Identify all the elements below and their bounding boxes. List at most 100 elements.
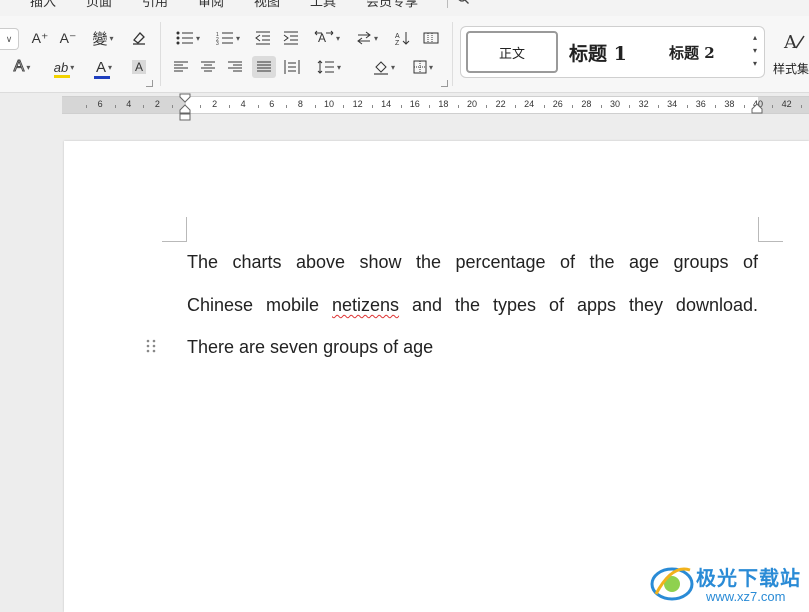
tab-references[interactable]: 引用 <box>142 0 168 10</box>
decrease-indent-button[interactable] <box>252 27 274 49</box>
tab-view[interactable]: 视图 <box>254 0 280 10</box>
text-effect-button[interactable]: A ▾ <box>6 56 38 78</box>
highlight-button[interactable]: ab ▾ <box>48 56 80 78</box>
style-set-button[interactable]: A 样式集 <box>770 26 809 78</box>
paragraph-line-3[interactable]: There are seven groups of age <box>187 337 433 358</box>
more-icon[interactable]: ▾ <box>750 57 760 70</box>
font-color-bar <box>93 75 110 79</box>
chevron-down-icon: ▾ <box>336 62 341 72</box>
ruler-minor-tick <box>743 105 745 108</box>
ruler-tick-label: 6 <box>269 99 275 109</box>
borders-button[interactable]: ▾ <box>408 56 438 78</box>
font-color-button[interactable]: A ▾ <box>88 56 120 79</box>
right-indent-marker-icon[interactable] <box>751 103 763 115</box>
gallery-scroll[interactable]: ▴ ▾ ▾ <box>750 31 760 73</box>
ruler-tick-label: 6 <box>97 99 103 109</box>
watermark-url: www.xz7.com <box>706 589 786 604</box>
crop-mark-top-left <box>162 217 187 242</box>
line-spacing-button[interactable]: ▾ <box>312 56 346 78</box>
tab-review[interactable]: 审阅 <box>198 0 224 10</box>
spellcheck-flagged-word[interactable]: netizens <box>332 295 399 315</box>
chevron-down-icon: ∨ <box>5 33 13 44</box>
svg-text:A: A <box>395 33 400 40</box>
ruler-tick-label: 28 <box>581 99 592 109</box>
svg-text:A: A <box>783 32 798 53</box>
distributed-button[interactable] <box>281 56 303 78</box>
ruler-minor-tick <box>800 105 802 108</box>
style-heading-1[interactable]: 标题 1 <box>569 35 627 69</box>
ruler-minor-tick <box>657 105 659 108</box>
paragraph-dialog-launcher[interactable] <box>441 80 448 87</box>
chevron-up-icon[interactable]: ▴ <box>750 31 760 44</box>
highlighter-glyph: ab <box>53 59 69 75</box>
ruler-tick-label: 8 <box>297 99 303 109</box>
align-center-icon <box>201 61 215 72</box>
font-dialog-launcher[interactable] <box>146 80 153 87</box>
ruler-tick-label: 20 <box>466 99 478 109</box>
document-page[interactable]: The charts above show the percentage of … <box>64 141 809 612</box>
char-spacing-button[interactable]: A ▾ <box>310 27 344 49</box>
paragraph-line-1[interactable]: The charts above show the percentage of … <box>187 252 758 273</box>
char-shading-icon: A <box>131 60 146 74</box>
align-center-button[interactable] <box>197 56 219 78</box>
font-color-glyph: A <box>95 58 106 76</box>
tab-member[interactable]: 会员专享 <box>366 0 418 10</box>
bullets-button[interactable]: ▾ <box>172 27 204 49</box>
shrink-font-button[interactable]: A⁻ <box>58 27 78 49</box>
sort-button[interactable]: AZ <box>392 27 414 49</box>
align-left-button[interactable] <box>170 56 192 78</box>
align-right-icon <box>228 61 242 72</box>
clear-formatting-button[interactable] <box>128 27 150 49</box>
tab-insert[interactable]: 插入 <box>30 0 56 10</box>
chevron-down-icon: ▾ <box>109 33 114 43</box>
ruler-tick-label: 30 <box>609 99 621 109</box>
numbered-list-icon: 123 <box>216 32 233 45</box>
site-watermark: 极光下载站 www.xz7.com <box>648 558 808 610</box>
tab-tools[interactable]: 工具 <box>310 0 336 10</box>
style-heading-2[interactable]: 标题 2 <box>669 35 715 69</box>
ruler-tick-label: 24 <box>524 99 535 109</box>
ruler-minor-tick <box>514 105 516 108</box>
ruler-minor-tick <box>371 105 373 108</box>
columns-button[interactable] <box>420 27 442 49</box>
paragraph-line-2[interactable]: Chinese mobile netizens and the types of… <box>187 295 758 316</box>
indent-marker-icon[interactable] <box>179 93 191 123</box>
search-icon[interactable] <box>457 0 469 4</box>
border-icon <box>413 60 427 74</box>
text-direction-button[interactable]: ▾ <box>352 27 382 49</box>
font-size-dropdown[interactable]: ∨ <box>0 28 19 50</box>
ruler-area: 6 4 2 2 4 6 8 10 12 14 16 18 20 22 24 26 28 30 32 34 36 38 40 4… <box>0 93 809 141</box>
justify-button[interactable] <box>252 56 276 78</box>
ruler-tick-label: 42 <box>781 99 792 109</box>
watermark-logo-icon <box>650 567 694 601</box>
ruler-tick-label: 4 <box>126 99 132 109</box>
tab-page[interactable]: 页面 <box>86 0 112 10</box>
ruler-minor-tick <box>400 105 402 108</box>
drag-handle-icon[interactable] <box>146 339 156 353</box>
distribute-icon <box>284 60 300 74</box>
shading-button[interactable]: ▾ <box>368 56 400 78</box>
ruler-tick-label: 18 <box>438 99 449 109</box>
phonetic-guide-button[interactable]: 變 ▾ <box>86 27 120 49</box>
align-justify-icon <box>257 61 271 72</box>
ribbon-tab-strip: 插入 页面 引用 审阅 视图 工具 会员专享 <box>0 0 809 16</box>
text-effect-icon: A <box>13 58 25 76</box>
grow-font-button[interactable]: A⁺ <box>30 27 50 49</box>
line-spacing-icon <box>317 60 334 74</box>
highlighter-icon: ab <box>53 59 70 78</box>
group-divider <box>160 22 161 86</box>
ruler-tick-label: 4 <box>240 99 246 109</box>
character-shading-button[interactable]: A <box>128 56 150 78</box>
ruler-minor-tick <box>228 105 230 108</box>
ruler-tick-label: 34 <box>667 99 678 109</box>
numbering-button[interactable]: 123 ▾ <box>212 27 244 49</box>
line-2-text-end: and the types of apps they download. <box>399 295 758 315</box>
align-right-button[interactable] <box>224 56 246 78</box>
style-normal[interactable]: 正文 <box>466 31 558 73</box>
watermark-text: 极光下载站 <box>696 568 801 590</box>
horizontal-ruler[interactable]: 6 4 2 2 4 6 8 10 12 14 16 18 20 22 24 26 28 30 32 34 36 38 40 4… <box>62 96 809 114</box>
increase-indent-button[interactable] <box>280 27 302 49</box>
chevron-down-icon[interactable]: ▾ <box>750 44 760 57</box>
chevron-down-icon: ▾ <box>428 62 433 72</box>
ruler-tick-label: 2 <box>212 99 218 109</box>
